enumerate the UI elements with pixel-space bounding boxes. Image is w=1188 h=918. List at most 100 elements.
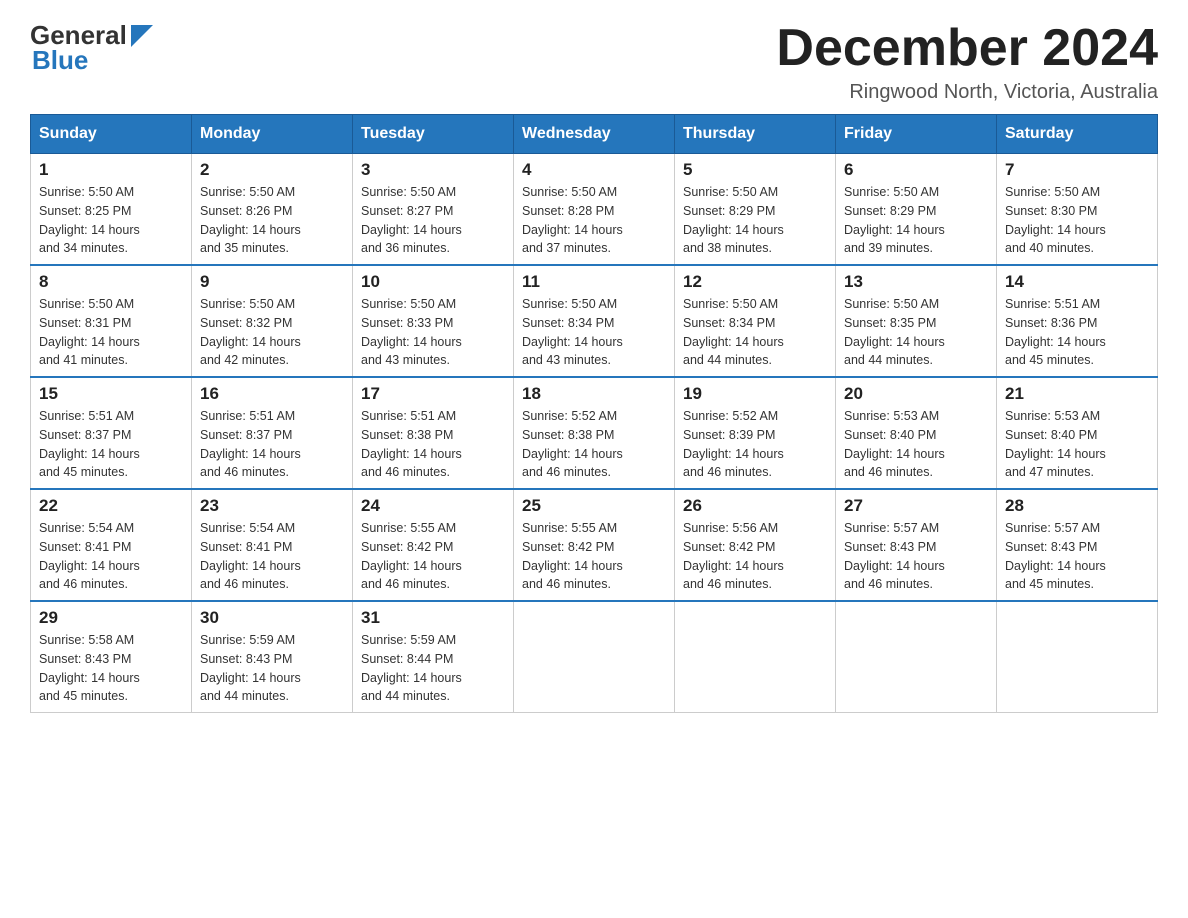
day-number: 29 xyxy=(39,608,183,628)
calendar-cell: 18Sunrise: 5:52 AMSunset: 8:38 PMDayligh… xyxy=(514,377,675,489)
day-detail: Sunrise: 5:50 AMSunset: 8:27 PMDaylight:… xyxy=(361,183,505,258)
day-detail: Sunrise: 5:59 AMSunset: 8:44 PMDaylight:… xyxy=(361,631,505,706)
day-detail: Sunrise: 5:50 AMSunset: 8:30 PMDaylight:… xyxy=(1005,183,1149,258)
calendar-cell: 17 Sunrise: 5:51 AMSunset: 8:38 PMDayligh… xyxy=(353,377,514,489)
day-detail: Sunrise: 5:50 AMSunset: 8:34 PMDaylight:… xyxy=(683,295,827,370)
day-number: 30 xyxy=(200,608,344,628)
col-header-friday: Friday xyxy=(836,115,997,154)
day-number: 11 xyxy=(522,272,666,292)
calendar-cell: 7 Sunrise: 5:50 AMSunset: 8:30 PMDaylight… xyxy=(997,154,1158,266)
day-detail: Sunrise: 5:51 AMSunset: 8:38 PMDaylight:… xyxy=(361,407,505,482)
day-number: 5 xyxy=(683,160,827,180)
day-detail: Sunrise: 5:50 AMSunset: 8:31 PMDaylight:… xyxy=(39,295,183,370)
day-number: 15 xyxy=(39,384,183,404)
day-detail: Sunrise: 5:50 AMSunset: 8:29 PMDaylight:… xyxy=(844,183,988,258)
calendar-week-row: 8Sunrise: 5:50 AMSunset: 8:31 PMDaylight… xyxy=(31,265,1158,377)
calendar-week-row: 15 Sunrise: 5:51 AMSunset: 8:37 PMDayligh… xyxy=(31,377,1158,489)
day-detail: Sunrise: 5:50 AMSunset: 8:34 PMDaylight:… xyxy=(522,295,666,370)
calendar-cell xyxy=(514,601,675,713)
calendar-cell: 3 Sunrise: 5:50 AMSunset: 8:27 PMDaylight… xyxy=(353,154,514,266)
day-number: 7 xyxy=(1005,160,1149,180)
calendar-cell: 6 Sunrise: 5:50 AMSunset: 8:29 PMDaylight… xyxy=(836,154,997,266)
day-detail: Sunrise: 5:50 AMSunset: 8:29 PMDaylight:… xyxy=(683,183,827,258)
day-number: 3 xyxy=(361,160,505,180)
calendar-cell xyxy=(675,601,836,713)
calendar-cell: 30 Sunrise: 5:59 AMSunset: 8:43 PMDayligh… xyxy=(192,601,353,713)
calendar-cell: 16 Sunrise: 5:51 AMSunset: 8:37 PMDayligh… xyxy=(192,377,353,489)
calendar-cell: 13Sunrise: 5:50 AMSunset: 8:35 PMDayligh… xyxy=(836,265,997,377)
day-detail: Sunrise: 5:51 AMSunset: 8:37 PMDaylight:… xyxy=(200,407,344,482)
day-detail: Sunrise: 5:50 AMSunset: 8:35 PMDaylight:… xyxy=(844,295,988,370)
title-block: December 2024 Ringwood North, Victoria, … xyxy=(776,20,1158,104)
day-number: 16 xyxy=(200,384,344,404)
logo-triangle-icon xyxy=(131,25,153,47)
day-detail: Sunrise: 5:53 AMSunset: 8:40 PMDaylight:… xyxy=(1005,407,1149,482)
day-number: 14 xyxy=(1005,272,1149,292)
day-number: 12 xyxy=(683,272,827,292)
day-number: 9 xyxy=(200,272,344,292)
day-number: 22 xyxy=(39,496,183,516)
day-detail: Sunrise: 5:54 AMSunset: 8:41 PMDaylight:… xyxy=(200,519,344,594)
day-detail: Sunrise: 5:58 AMSunset: 8:43 PMDaylight:… xyxy=(39,631,183,706)
calendar-cell: 25 Sunrise: 5:55 AMSunset: 8:42 PMDayligh… xyxy=(514,489,675,601)
calendar-cell: 19 Sunrise: 5:52 AMSunset: 8:39 PMDayligh… xyxy=(675,377,836,489)
calendar-table: SundayMondayTuesdayWednesdayThursdayFrid… xyxy=(30,114,1158,713)
col-header-wednesday: Wednesday xyxy=(514,115,675,154)
day-number: 19 xyxy=(683,384,827,404)
day-detail: Sunrise: 5:59 AMSunset: 8:43 PMDaylight:… xyxy=(200,631,344,706)
day-number: 6 xyxy=(844,160,988,180)
day-number: 24 xyxy=(361,496,505,516)
col-header-thursday: Thursday xyxy=(675,115,836,154)
calendar-header-row: SundayMondayTuesdayWednesdayThursdayFrid… xyxy=(31,115,1158,154)
day-number: 28 xyxy=(1005,496,1149,516)
day-number: 27 xyxy=(844,496,988,516)
day-detail: Sunrise: 5:51 AMSunset: 8:36 PMDaylight:… xyxy=(1005,295,1149,370)
calendar-cell: 27 Sunrise: 5:57 AMSunset: 8:43 PMDayligh… xyxy=(836,489,997,601)
page-header: General Blue December 2024 Ringwood Nort… xyxy=(30,20,1158,104)
day-number: 20 xyxy=(844,384,988,404)
calendar-cell: 5 Sunrise: 5:50 AMSunset: 8:29 PMDaylight… xyxy=(675,154,836,266)
day-detail: Sunrise: 5:51 AMSunset: 8:37 PMDaylight:… xyxy=(39,407,183,482)
calendar-cell: 10Sunrise: 5:50 AMSunset: 8:33 PMDayligh… xyxy=(353,265,514,377)
day-detail: Sunrise: 5:57 AMSunset: 8:43 PMDaylight:… xyxy=(1005,519,1149,594)
calendar-week-row: 1Sunrise: 5:50 AMSunset: 8:25 PMDaylight… xyxy=(31,154,1158,266)
calendar-cell: 11 Sunrise: 5:50 AMSunset: 8:34 PMDayligh… xyxy=(514,265,675,377)
day-number: 25 xyxy=(522,496,666,516)
day-number: 21 xyxy=(1005,384,1149,404)
calendar-cell: 8Sunrise: 5:50 AMSunset: 8:31 PMDaylight… xyxy=(31,265,192,377)
day-number: 31 xyxy=(361,608,505,628)
day-detail: Sunrise: 5:52 AMSunset: 8:39 PMDaylight:… xyxy=(683,407,827,482)
logo-blue-text: Blue xyxy=(30,45,153,76)
day-detail: Sunrise: 5:54 AMSunset: 8:41 PMDaylight:… xyxy=(39,519,183,594)
day-detail: Sunrise: 5:50 AMSunset: 8:33 PMDaylight:… xyxy=(361,295,505,370)
day-detail: Sunrise: 5:57 AMSunset: 8:43 PMDaylight:… xyxy=(844,519,988,594)
day-detail: Sunrise: 5:50 AMSunset: 8:28 PMDaylight:… xyxy=(522,183,666,258)
day-number: 1 xyxy=(39,160,183,180)
calendar-cell: 28 Sunrise: 5:57 AMSunset: 8:43 PMDayligh… xyxy=(997,489,1158,601)
calendar-cell: 26 Sunrise: 5:56 AMSunset: 8:42 PMDayligh… xyxy=(675,489,836,601)
col-header-monday: Monday xyxy=(192,115,353,154)
calendar-week-row: 22 Sunrise: 5:54 AMSunset: 8:41 PMDayligh… xyxy=(31,489,1158,601)
calendar-cell: 1Sunrise: 5:50 AMSunset: 8:25 PMDaylight… xyxy=(31,154,192,266)
day-detail: Sunrise: 5:56 AMSunset: 8:42 PMDaylight:… xyxy=(683,519,827,594)
day-number: 18 xyxy=(522,384,666,404)
calendar-cell: 12 Sunrise: 5:50 AMSunset: 8:34 PMDayligh… xyxy=(675,265,836,377)
calendar-title: December 2024 xyxy=(776,20,1158,77)
col-header-tuesday: Tuesday xyxy=(353,115,514,154)
day-number: 26 xyxy=(683,496,827,516)
calendar-cell: 9 Sunrise: 5:50 AMSunset: 8:32 PMDaylight… xyxy=(192,265,353,377)
day-detail: Sunrise: 5:55 AMSunset: 8:42 PMDaylight:… xyxy=(522,519,666,594)
calendar-cell: 4 Sunrise: 5:50 AMSunset: 8:28 PMDaylight… xyxy=(514,154,675,266)
calendar-cell: 2Sunrise: 5:50 AMSunset: 8:26 PMDaylight… xyxy=(192,154,353,266)
day-detail: Sunrise: 5:50 AMSunset: 8:32 PMDaylight:… xyxy=(200,295,344,370)
calendar-cell: 22 Sunrise: 5:54 AMSunset: 8:41 PMDayligh… xyxy=(31,489,192,601)
calendar-cell: 24 Sunrise: 5:55 AMSunset: 8:42 PMDayligh… xyxy=(353,489,514,601)
calendar-cell: 29 Sunrise: 5:58 AMSunset: 8:43 PMDayligh… xyxy=(31,601,192,713)
day-detail: Sunrise: 5:55 AMSunset: 8:42 PMDaylight:… xyxy=(361,519,505,594)
calendar-cell: 20Sunrise: 5:53 AMSunset: 8:40 PMDayligh… xyxy=(836,377,997,489)
day-number: 17 xyxy=(361,384,505,404)
calendar-cell xyxy=(997,601,1158,713)
day-number: 23 xyxy=(200,496,344,516)
day-number: 4 xyxy=(522,160,666,180)
calendar-cell: 31 Sunrise: 5:59 AMSunset: 8:44 PMDayligh… xyxy=(353,601,514,713)
